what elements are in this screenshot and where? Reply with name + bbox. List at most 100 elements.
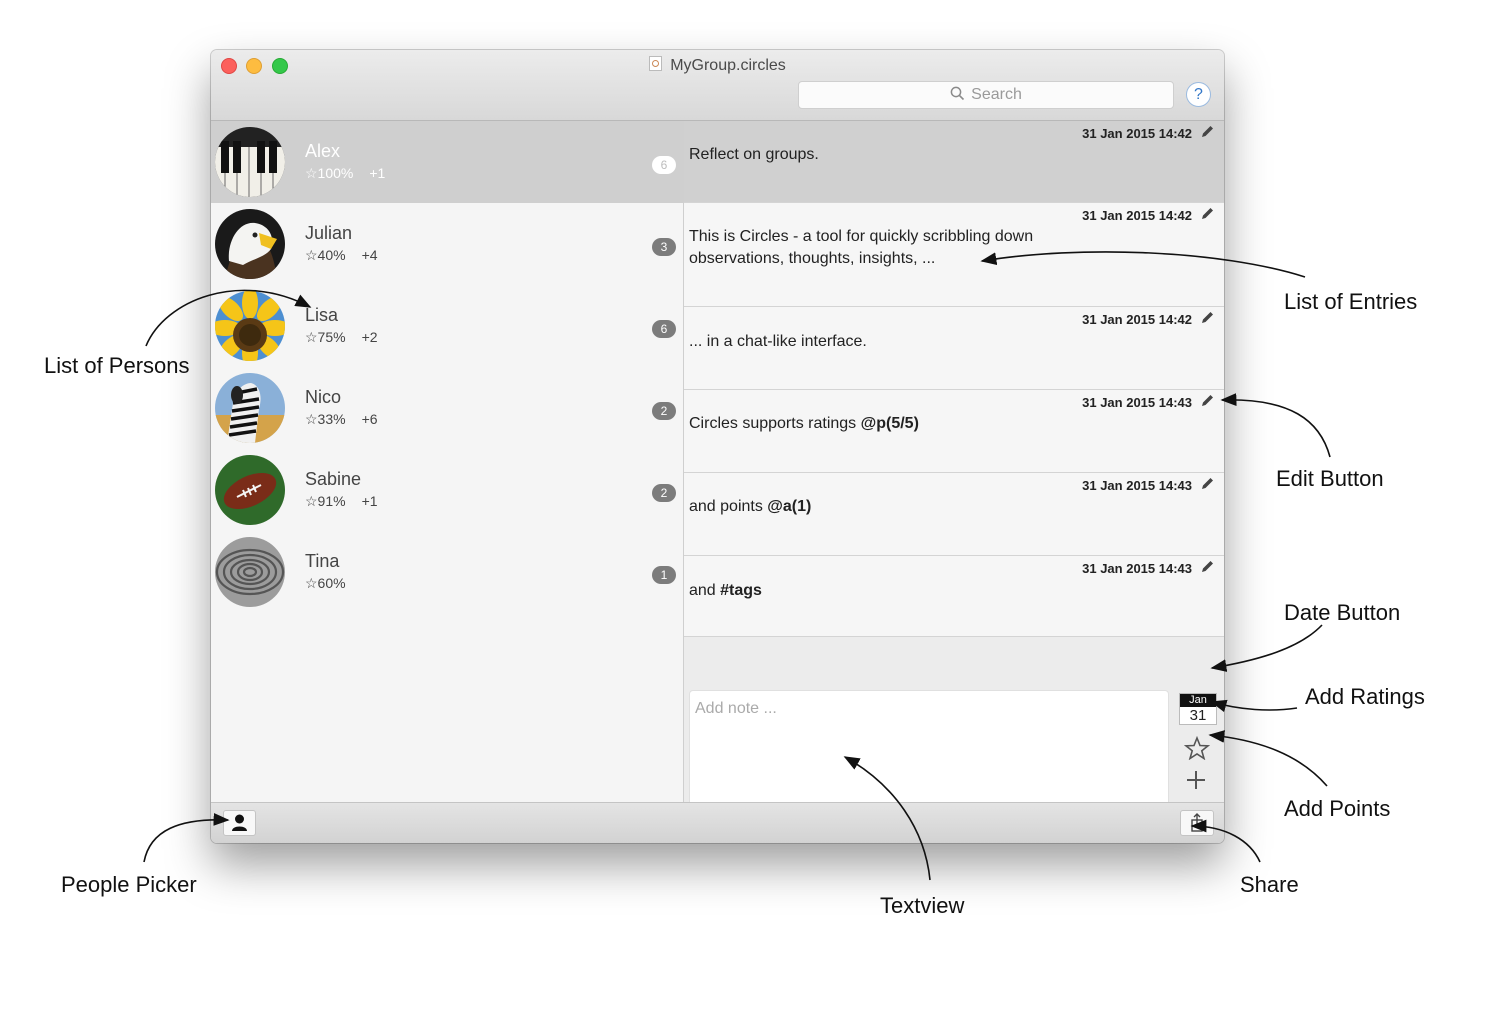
entry-count-badge: 2 [652,484,676,502]
date-button-day: 31 [1189,707,1207,724]
callout-add-points: Add Points [1284,796,1391,821]
person-stats: ☆75% +2 [305,329,394,346]
add-points-plus-icon[interactable] [1185,769,1207,791]
entry-text: and points @a(1) [689,496,1094,518]
callout-edit-button: Edit Button [1276,466,1384,491]
edit-pencil-icon[interactable] [1199,206,1215,222]
avatar-football [215,455,285,525]
entry-count-badge: 3 [652,238,676,256]
person-name: Alex [305,141,341,161]
person-points: +1 [369,165,386,181]
entry-points-tag: @a(1) [767,498,812,515]
note-placeholder: Add note ... [695,700,777,717]
person-row-lisa[interactable]: Lisa ☆75% +2 6 [211,285,683,367]
entry-text: Reflect on groups. [689,146,819,163]
avatar-piano [215,127,285,197]
arrow-add-points [1208,730,1328,787]
entry-rating-tag: @p(5/5) [860,415,919,432]
person-points: +2 [361,329,378,345]
callout-textview: Textview [880,893,965,918]
person-stats: ☆33% +6 [305,411,394,428]
person-stats: ☆40% +4 [305,247,394,264]
person-row-nico[interactable]: Nico ☆33% +6 2 [211,367,683,449]
person-row-julian[interactable]: Julian ☆40% +4 3 [211,203,683,285]
arrow-add-ratings [1210,699,1298,713]
avatar-zebra [215,373,285,443]
avatar-sunflower [215,291,285,361]
person-row-sabine[interactable]: Sabine ☆91% +1 2 [211,449,683,531]
entry-count-badge: 6 [652,156,676,174]
person-rating: ☆33% [305,411,346,427]
entry-date: 31 Jan 2015 14:42 [1082,208,1192,223]
entry-row[interactable]: 31 Jan 2015 14:43 and #tags [684,556,1224,637]
entry-text: This is Circles - a tool for quickly scr… [689,228,1034,267]
person-rating: ☆75% [305,329,346,345]
avatar-zen-garden [215,537,285,607]
callout-list-of-entries: List of Entries [1284,289,1418,314]
entry-count-badge: 6 [652,320,676,338]
edit-pencil-icon[interactable] [1199,559,1215,575]
entry-row[interactable]: 31 Jan 2015 14:42 This is Circles - a to… [684,203,1224,307]
entry-date: 31 Jan 2015 14:42 [1082,312,1192,327]
person-rating: ☆91% [305,493,346,509]
bottom-toolbar [211,802,1224,843]
date-button[interactable]: Jan 31 [1179,693,1217,725]
window-title: MyGroup.circles [670,57,786,74]
edit-pencil-icon[interactable] [1199,476,1215,492]
share-icon [1191,813,1203,832]
person-name: Nico [305,387,342,407]
person-stats: ☆100% +1 [305,165,401,182]
edit-pencil-icon[interactable] [1199,310,1215,326]
arrow-edit-button [1220,393,1331,458]
person-rating: ☆100% [305,165,354,181]
add-rating-star-icon[interactable] [1184,736,1210,760]
entry-date: 31 Jan 2015 14:43 [1082,395,1192,410]
entry-text-plain: and [689,582,721,599]
entry-date: 31 Jan 2015 14:43 [1082,561,1192,576]
entry-text: and #tags [689,580,1094,602]
person-stats: ☆60% [305,575,378,592]
entry-row[interactable]: 31 Jan 2015 14:42 Reflect on groups. [684,121,1224,203]
entry-row[interactable]: 31 Jan 2015 14:43 and points @a(1) [684,473,1224,556]
entry-text-plain: and points [689,498,768,515]
person-row-tina[interactable]: Tina ☆60% 1 [211,531,683,613]
person-name: Lisa [305,305,339,325]
person-icon [232,814,247,831]
entry-row[interactable]: 31 Jan 2015 14:43 Circles supports ratin… [684,390,1224,473]
edit-pencil-icon[interactable] [1199,393,1215,409]
title-bar: MyGroup.circles Search ? [211,50,1224,121]
entry-hashtag: #tags [720,582,762,599]
search-placeholder: Search [971,86,1022,103]
person-rating: ☆60% [305,575,346,591]
arrow-date-button [1210,624,1323,672]
person-name: Sabine [305,469,362,489]
person-points: +6 [361,411,378,427]
entry-row[interactable]: 31 Jan 2015 14:42 ... in a chat-like int… [684,307,1224,390]
entry-date: 31 Jan 2015 14:42 [1082,126,1192,141]
entry-count-badge: 1 [652,566,676,584]
callout-share: Share [1240,872,1299,897]
entry-count-badge: 2 [652,402,676,420]
entry-text: Circles supports ratings @p(5/5) [689,413,1094,435]
app-window: MyGroup.circles Search ? Alex ☆100% +1 6… [211,50,1224,843]
person-points: +4 [361,247,378,263]
person-name: Tina [305,551,340,571]
callout-people-picker: People Picker [61,872,197,897]
search-field[interactable]: Search [798,81,1174,109]
entry-date: 31 Jan 2015 14:43 [1082,478,1192,493]
person-points: +1 [361,493,378,509]
person-row-alex[interactable]: Alex ☆100% +1 6 [211,121,683,203]
date-button-month: Jan [1180,694,1216,707]
entry-list: 31 Jan 2015 14:42 Reflect on groups. 31 … [684,121,1224,843]
window-title-area: MyGroup.circles [211,56,1224,75]
help-button[interactable]: ? [1186,82,1211,107]
edit-pencil-icon[interactable] [1199,124,1215,140]
person-stats: ☆91% +1 [305,493,394,510]
avatar-eagle [215,209,285,279]
document-icon [649,56,663,71]
entry-text: ... in a chat-like interface. [689,333,867,350]
share-button[interactable] [1180,810,1214,836]
entry-text-plain: Circles supports ratings [689,415,861,432]
callout-list-of-persons: List of Persons [44,353,190,378]
people-picker-button[interactable] [223,810,256,836]
